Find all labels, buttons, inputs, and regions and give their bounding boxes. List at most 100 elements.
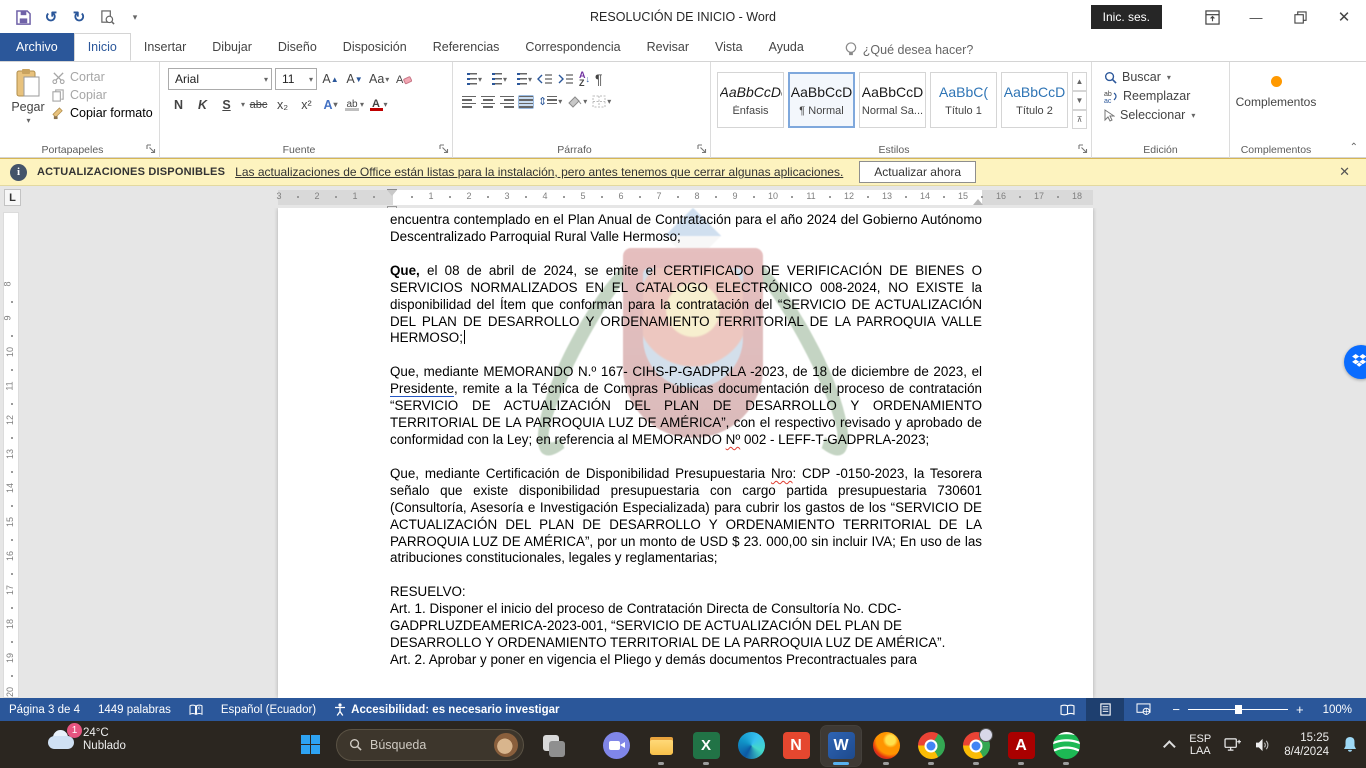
- right-indent-marker[interactable]: [973, 199, 983, 205]
- signin-button[interactable]: Inic. ses.: [1091, 5, 1162, 29]
- bullets-button[interactable]: ▾: [461, 72, 483, 86]
- multilevel-list-button[interactable]: ▾: [511, 72, 533, 86]
- font-size-combo[interactable]: 11▾: [275, 68, 317, 90]
- volume-icon[interactable]: [1255, 738, 1271, 752]
- styles-more-icon[interactable]: ⊼: [1072, 110, 1087, 129]
- clear-formatting-button[interactable]: A: [393, 69, 414, 90]
- page-indicator[interactable]: Página 3 de 4: [0, 698, 89, 721]
- tab-correspondencia[interactable]: Correspondencia: [512, 33, 633, 61]
- close-button[interactable]: ✕: [1322, 0, 1366, 34]
- web-layout-button[interactable]: [1124, 698, 1162, 721]
- tab-inicio[interactable]: Inicio: [74, 33, 131, 61]
- horizontal-ruler[interactable]: 123123456789101112131415161718: [278, 190, 1093, 205]
- undo-icon[interactable]: ↺: [42, 8, 60, 26]
- start-button[interactable]: [293, 728, 327, 762]
- styles-dialog-launcher-icon[interactable]: [1078, 144, 1089, 155]
- collapse-ribbon-icon[interactable]: ⌃: [1350, 142, 1358, 153]
- shading-button[interactable]: ▾: [566, 94, 588, 109]
- redo-icon[interactable]: ↻: [70, 8, 88, 26]
- update-now-button[interactable]: Actualizar ahora: [859, 161, 976, 183]
- tab-vista[interactable]: Vista: [702, 33, 756, 61]
- zoom-in-button[interactable]: +: [1296, 702, 1304, 717]
- tab-disposición[interactable]: Disposición: [330, 33, 420, 61]
- paste-button[interactable]: Pegar ▾: [4, 66, 52, 140]
- borders-button[interactable]: ▾: [591, 94, 612, 109]
- tab-diseño[interactable]: Diseño: [265, 33, 330, 61]
- proofing-icon[interactable]: x: [180, 698, 212, 721]
- strikethrough-button[interactable]: abc: [248, 94, 269, 115]
- increase-indent-button[interactable]: [557, 72, 575, 86]
- font-family-combo[interactable]: Arial▾: [168, 68, 272, 90]
- underline-chevron-icon[interactable]: ▾: [241, 100, 245, 109]
- read-mode-button[interactable]: [1048, 698, 1086, 721]
- tab-revisar[interactable]: Revisar: [634, 33, 702, 61]
- tab-archivo[interactable]: Archivo: [0, 33, 74, 61]
- print-layout-button[interactable]: [1086, 698, 1124, 721]
- style--normal[interactable]: AaBbCcD¶ Normal: [788, 72, 855, 128]
- select-button[interactable]: Seleccionar▾: [1104, 108, 1225, 122]
- zoom-slider[interactable]: [1188, 709, 1288, 710]
- vertical-ruler[interactable]: 891011121314151617181920: [3, 212, 19, 698]
- taskbar-firefox-icon[interactable]: [866, 726, 906, 766]
- zoom-slider-handle[interactable]: [1235, 705, 1242, 714]
- taskbar-chrome-icon[interactable]: [911, 726, 951, 766]
- restore-button[interactable]: [1278, 0, 1322, 34]
- taskbar-spotify-icon[interactable]: [1046, 726, 1086, 766]
- language-switcher[interactable]: ESPLAA: [1189, 733, 1211, 757]
- line-spacing-button[interactable]: ⇕▾: [537, 94, 563, 109]
- tab-dibujar[interactable]: Dibujar: [199, 33, 265, 61]
- styles-scroll-up-icon[interactable]: ▲: [1072, 72, 1087, 91]
- ribbon-display-options-icon[interactable]: [1190, 0, 1234, 34]
- accessibility-status[interactable]: Accesibilidad: es necesario investigar: [325, 698, 568, 721]
- tell-me[interactable]: ¿Qué desea hacer?: [845, 42, 974, 61]
- font-color-button[interactable]: A▾: [368, 94, 389, 115]
- qat-customize-icon[interactable]: ▾: [126, 8, 144, 26]
- style-t-tulo-2[interactable]: AaBbCcDTítulo 2: [1001, 72, 1068, 128]
- decrease-indent-button[interactable]: [536, 72, 554, 86]
- tab-insertar[interactable]: Insertar: [131, 33, 199, 61]
- styles-scroll-down-icon[interactable]: ▼: [1072, 91, 1087, 110]
- clock[interactable]: 15:25 8/4/2024: [1284, 731, 1329, 759]
- align-right-button[interactable]: [499, 95, 515, 109]
- notification-bell-icon[interactable]: [1342, 736, 1358, 753]
- paragraph-dialog-launcher-icon[interactable]: [697, 144, 708, 155]
- cut-button[interactable]: Cortar: [52, 70, 153, 84]
- style-t-tulo-1[interactable]: AaBbC(Título 1: [930, 72, 997, 128]
- sort-button[interactable]: AZ↓: [578, 70, 591, 88]
- dropbox-icon[interactable]: [1344, 345, 1366, 379]
- tab-referencias[interactable]: Referencias: [420, 33, 513, 61]
- search-highlight-image[interactable]: [494, 733, 518, 757]
- language-indicator[interactable]: Español (Ecuador): [212, 698, 325, 721]
- shrink-font-button[interactable]: A▼: [344, 69, 365, 90]
- change-case-button[interactable]: Aa▾: [368, 69, 390, 90]
- taskbar-chat-icon[interactable]: [596, 726, 636, 766]
- minimize-button[interactable]: —: [1234, 0, 1278, 34]
- weather-widget[interactable]: 1 24°C Nublado: [46, 727, 126, 753]
- print-preview-icon[interactable]: [98, 8, 116, 26]
- numbering-button[interactable]: ▾: [486, 72, 508, 86]
- zoom-level[interactable]: 100%: [1314, 698, 1366, 721]
- italic-button[interactable]: K: [192, 94, 213, 115]
- style-normal-sa-[interactable]: AaBbCcDNormal Sa...: [859, 72, 926, 128]
- grow-font-button[interactable]: A▲: [320, 69, 341, 90]
- taskbar-excel-icon[interactable]: X: [686, 726, 726, 766]
- message-bar-close-icon[interactable]: ✕: [1339, 164, 1356, 180]
- font-dialog-launcher-icon[interactable]: [439, 144, 450, 155]
- underline-button[interactable]: S: [216, 94, 237, 115]
- text-effects-button[interactable]: A▾: [320, 94, 341, 115]
- taskbar-nitro-icon[interactable]: N: [776, 726, 816, 766]
- tab-ayuda[interactable]: Ayuda: [756, 33, 817, 61]
- show-marks-button[interactable]: ¶: [594, 70, 604, 88]
- zoom-out-button[interactable]: −: [1172, 702, 1180, 717]
- highlight-button[interactable]: ab▾: [344, 94, 365, 115]
- document-text[interactable]: encuentra contemplado en el Plan Anual d…: [390, 212, 982, 669]
- document-page[interactable]: encuentra contemplado en el Plan Anual d…: [278, 208, 1093, 698]
- copy-button[interactable]: Copiar: [52, 88, 153, 102]
- style--nfasis[interactable]: AaBbCcDcÉnfasis: [717, 72, 784, 128]
- save-icon[interactable]: [14, 8, 32, 26]
- format-painter-button[interactable]: Copiar formato: [52, 106, 153, 120]
- clipboard-dialog-launcher-icon[interactable]: [146, 144, 157, 155]
- find-button[interactable]: Buscar▾: [1104, 70, 1225, 84]
- word-count[interactable]: 1449 palabras: [89, 698, 180, 721]
- first-line-indent-marker[interactable]: [387, 190, 397, 196]
